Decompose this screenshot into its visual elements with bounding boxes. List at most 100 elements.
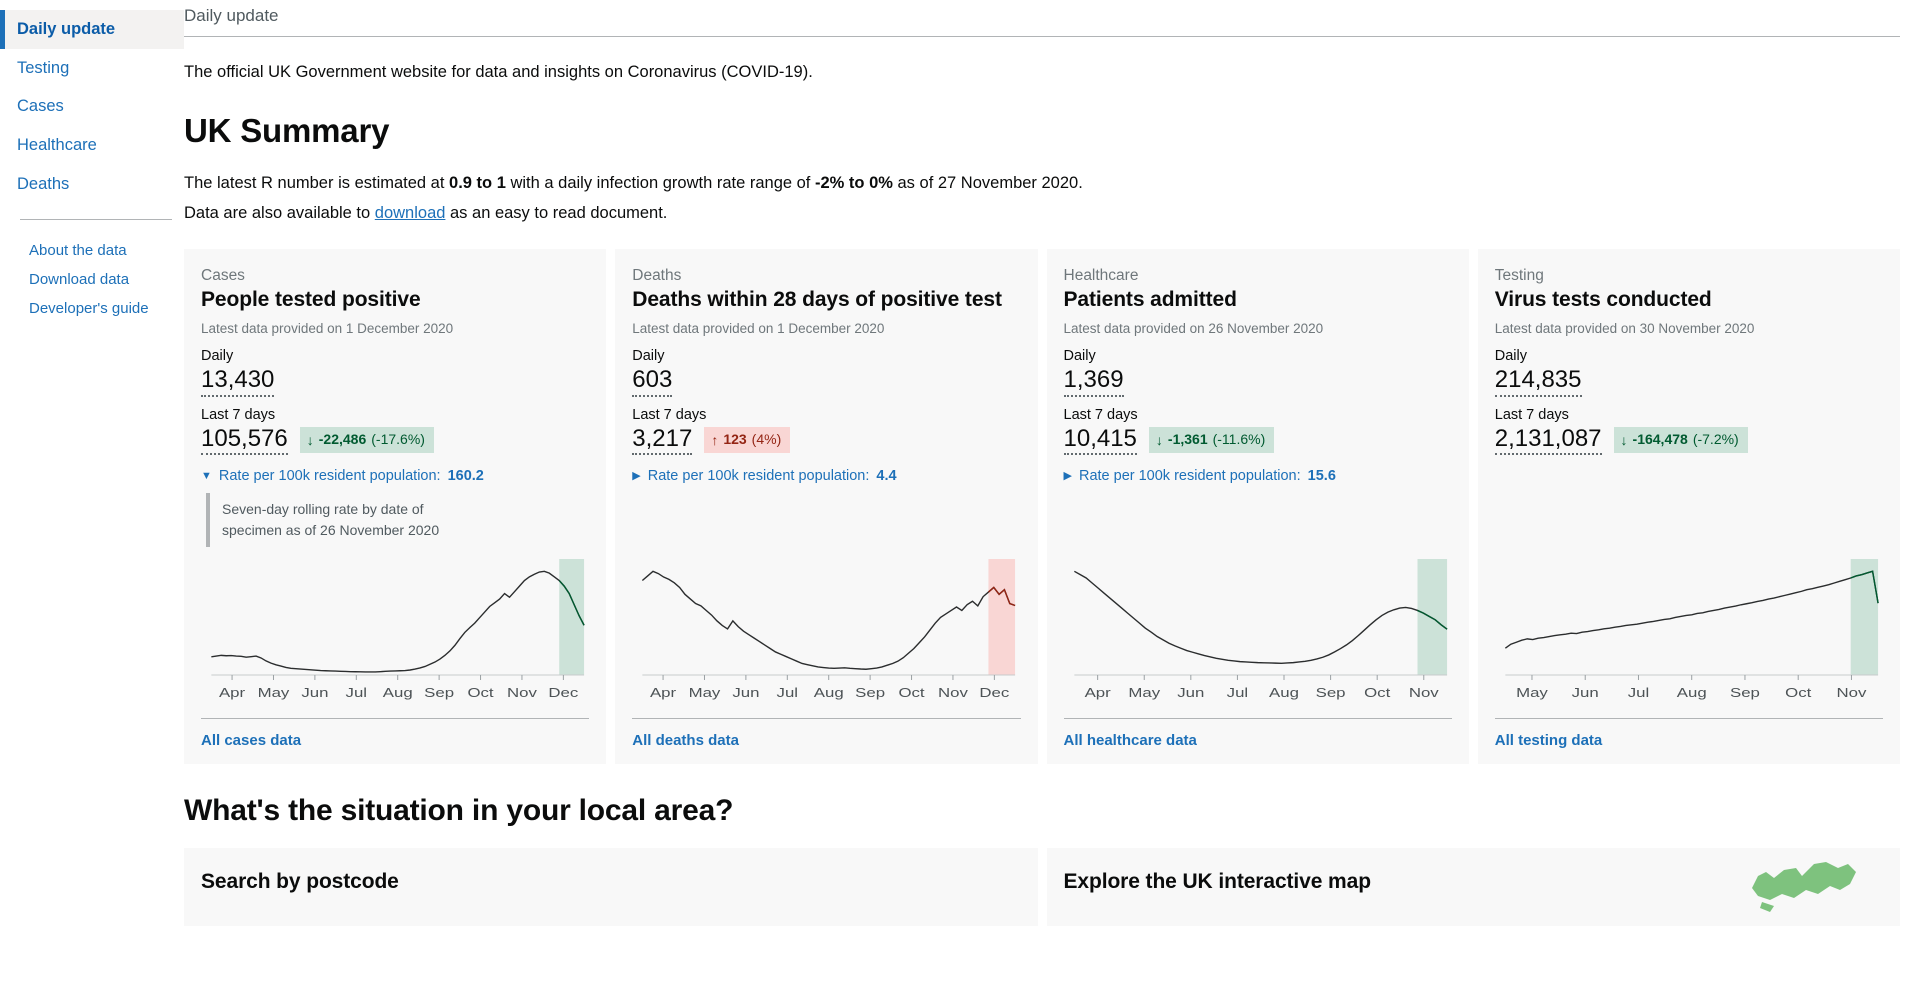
- sidebar-link-developers-guide[interactable]: Developer's guide: [0, 294, 184, 323]
- card-testing: Testing Virus tests conducted Latest dat…: [1477, 249, 1900, 765]
- svg-text:Jun: Jun: [1571, 686, 1598, 701]
- all-deaths-data-link[interactable]: All deaths data: [632, 732, 739, 749]
- sidebar-item-daily-update[interactable]: Daily update: [0, 10, 184, 49]
- weekly-value[interactable]: 10,415: [1063, 425, 1137, 456]
- sidebar-item-download-data[interactable]: Download data: [0, 265, 184, 294]
- svg-text:May: May: [258, 686, 290, 701]
- daily-value[interactable]: 13,430: [201, 366, 275, 397]
- sparkline-svg: Apr May Jun Jul Aug Sep Oct Nov Dec: [201, 559, 589, 701]
- rate-toggle[interactable]: ▼ Rate per 100k resident population: 160…: [201, 468, 589, 484]
- rate-toggle[interactable]: ▶ Rate per 100k resident population: 15.…: [1064, 468, 1452, 484]
- change-badge: ↓ -22,486 (-17.6%): [299, 427, 434, 454]
- svg-text:May: May: [689, 686, 721, 701]
- rate-value: 160.2: [447, 468, 484, 485]
- sidebar-secondary-nav: About the data Download data Developer's…: [0, 236, 184, 323]
- daily-label: Daily: [632, 348, 665, 365]
- svg-text:Sep: Sep: [424, 686, 454, 701]
- sidebar-item-healthcare[interactable]: Healthcare: [0, 126, 184, 165]
- svg-text:Aug: Aug: [1677, 686, 1707, 701]
- daily-label: Daily: [201, 348, 234, 365]
- badge-percent: (-17.6%): [371, 431, 425, 448]
- card-interactive-map[interactable]: Explore the UK interactive map: [1046, 848, 1900, 927]
- r-number-paragraph: The latest R number is estimated at 0.9 …: [184, 171, 1912, 197]
- sidebar-link-daily-update[interactable]: Daily update: [0, 10, 184, 49]
- badge-number: -22,486: [318, 431, 367, 448]
- card-date: Latest data provided on 1 December 2020: [632, 321, 885, 337]
- sidebar-link-download-data[interactable]: Download data: [0, 265, 184, 294]
- page-root: Daily update Testing Cases Healthcare De…: [0, 0, 1912, 927]
- search-by-postcode-title: Search by postcode: [201, 870, 399, 894]
- weekly-row: 10,415 ↓ -1,361 (-11.6%): [1063, 425, 1452, 456]
- local-area-heading: What's the situation in your local area?: [184, 794, 734, 828]
- triangle-down-icon: ▼: [201, 469, 212, 482]
- svg-text:Oct: Oct: [899, 686, 926, 701]
- download-suffix: as an easy to read document.: [445, 203, 668, 222]
- sidebar-item-cases[interactable]: Cases: [0, 87, 184, 126]
- all-testing-data-link[interactable]: All testing data: [1495, 732, 1603, 749]
- arrow-down-icon: ↓: [306, 431, 314, 448]
- weekly-row: 3,217 ↑ 123 (4%): [632, 425, 1020, 456]
- svg-text:Jul: Jul: [1226, 686, 1247, 701]
- card-title: Virus tests conducted: [1494, 288, 1712, 312]
- svg-text:Aug: Aug: [383, 686, 413, 701]
- svg-text:Jun: Jun: [301, 686, 328, 701]
- sidebar-link-deaths[interactable]: Deaths: [0, 165, 184, 204]
- download-link[interactable]: download: [375, 204, 446, 222]
- svg-text:Oct: Oct: [1364, 686, 1391, 701]
- all-healthcare-data-link[interactable]: All healthcare data: [1064, 732, 1197, 749]
- weekly-value[interactable]: 2,131,087: [1494, 425, 1602, 456]
- daily-label: Daily: [1494, 348, 1527, 365]
- card-category: Deaths: [632, 267, 682, 285]
- sidebar-link-cases[interactable]: Cases: [0, 87, 184, 126]
- daily-row: 1,369: [1063, 366, 1452, 397]
- sparkline-deaths: Apr May Jun Jul Aug Sep Oct Nov Dec: [632, 547, 1020, 707]
- daily-label: Daily: [1063, 348, 1096, 365]
- svg-text:Apr: Apr: [1084, 686, 1110, 701]
- r-number-value: 0.9 to 1: [449, 174, 506, 193]
- card-cases: Cases People tested positive Latest data…: [184, 249, 607, 765]
- sidebar-item-testing[interactable]: Testing: [0, 49, 184, 88]
- rate-label: Rate per 100k resident population:: [647, 468, 870, 485]
- sidebar-link-testing[interactable]: Testing: [0, 49, 184, 88]
- card-title: Patients admitted: [1063, 288, 1237, 312]
- svg-text:Jul: Jul: [1627, 686, 1648, 701]
- r-number-prefix: The latest R number is estimated at: [184, 174, 450, 193]
- badge-number: -164,478: [1632, 431, 1688, 448]
- weekly-value[interactable]: 3,217: [632, 425, 693, 456]
- sidebar-link-about-the-data[interactable]: About the data: [0, 236, 184, 265]
- card-category: Healthcare: [1063, 267, 1139, 285]
- sidebar-item-developers-guide[interactable]: Developer's guide: [0, 294, 184, 323]
- change-badge: ↑ 123 (4%): [704, 427, 791, 454]
- sidebar-item-about-the-data[interactable]: About the data: [0, 236, 184, 265]
- sparkline-testing: May Jun Jul Aug Sep Oct Nov: [1495, 547, 1883, 707]
- sidebar-item-deaths[interactable]: Deaths: [0, 165, 184, 204]
- all-cases-data-link[interactable]: All cases data: [201, 732, 301, 749]
- card-search-by-postcode[interactable]: Search by postcode: [184, 848, 1038, 927]
- card-date: Latest data provided on 30 November 2020: [1494, 321, 1755, 337]
- svg-text:Dec: Dec: [980, 686, 1010, 701]
- card-healthcare: Healthcare Patients admitted Latest data…: [1046, 249, 1469, 765]
- weekly-value[interactable]: 105,576: [201, 425, 288, 456]
- change-badge: ↓ -1,361 (-11.6%): [1148, 427, 1275, 454]
- rate-toggle[interactable]: ▶ Rate per 100k resident population: 4.4: [632, 468, 1020, 484]
- svg-text:Aug: Aug: [1269, 686, 1299, 701]
- svg-text:Jun: Jun: [733, 686, 760, 701]
- arrow-down-icon: ↓: [1155, 431, 1163, 448]
- daily-row: 603: [632, 366, 1020, 397]
- daily-value[interactable]: 603: [632, 366, 673, 397]
- download-paragraph: Data are also available to download as a…: [184, 201, 1912, 227]
- svg-text:Nov: Nov: [938, 686, 968, 701]
- daily-value[interactable]: 214,835: [1494, 366, 1582, 397]
- card-title: People tested positive: [201, 288, 421, 312]
- svg-text:Sep: Sep: [1315, 686, 1345, 701]
- main-content: Daily update The official UK Government …: [184, 0, 1912, 927]
- card-date: Latest data provided on 26 November 2020: [1063, 321, 1324, 337]
- r-number-middle: with a daily infection growth rate range…: [505, 174, 815, 193]
- arrow-up-icon: ↑: [711, 431, 719, 448]
- svg-text:Oct: Oct: [467, 686, 494, 701]
- badge-number: 123: [723, 431, 747, 448]
- badge-percent: (4%): [751, 431, 782, 448]
- sidebar-link-healthcare[interactable]: Healthcare: [0, 126, 184, 165]
- svg-text:Aug: Aug: [814, 686, 844, 701]
- daily-value[interactable]: 1,369: [1063, 366, 1124, 397]
